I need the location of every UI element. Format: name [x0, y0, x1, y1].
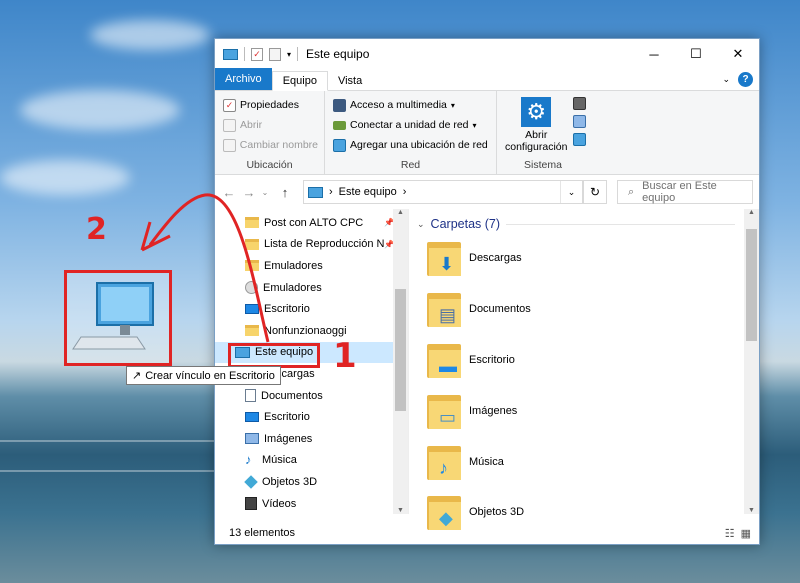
drag-arrow-path [148, 193, 270, 343]
drag-arrow [140, 193, 270, 343]
